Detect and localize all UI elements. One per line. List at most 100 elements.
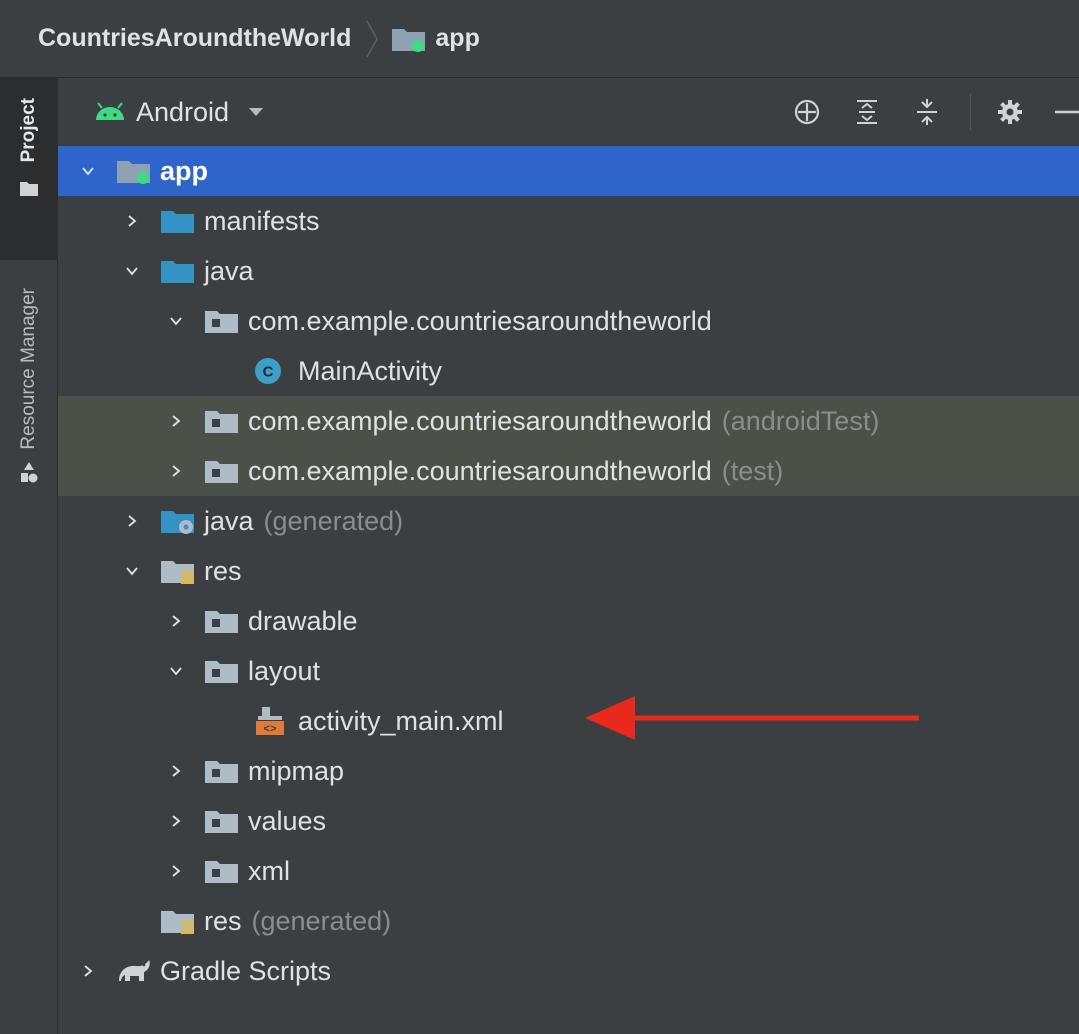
chevron-right-icon[interactable] bbox=[164, 409, 188, 433]
tree-item-label: com.example.countriesaroundtheworld bbox=[248, 455, 712, 486]
chevron-right-icon[interactable] bbox=[164, 459, 188, 483]
annotation-arrow bbox=[585, 696, 919, 740]
package-icon bbox=[204, 407, 240, 435]
chevron-right-icon[interactable] bbox=[164, 609, 188, 633]
tree-item-label: res bbox=[204, 905, 242, 936]
tree-item-activity-main-xml[interactable]: <> activity_main.xml bbox=[58, 696, 1079, 746]
chevron-right-icon[interactable] bbox=[76, 959, 100, 983]
tree-item-label: com.example.countriesaroundtheworld bbox=[248, 405, 712, 436]
chevron-right-icon[interactable] bbox=[164, 859, 188, 883]
tree-item-layout[interactable]: layout bbox=[58, 646, 1079, 696]
tree-item-label: values bbox=[248, 805, 327, 836]
tree-item-xml[interactable]: xml bbox=[58, 846, 1079, 896]
toolbar-separator bbox=[970, 94, 971, 130]
tree-item-package-android-test[interactable]: com.example.countriesaroundtheworld (and… bbox=[58, 396, 1079, 446]
tree-item-suffix: (test) bbox=[721, 455, 784, 486]
breadcrumb: CountriesAroundtheWorld app bbox=[0, 0, 1079, 78]
gear-icon bbox=[998, 100, 1022, 124]
package-icon bbox=[204, 457, 240, 485]
project-tree: app manifests java com.example.countries… bbox=[58, 146, 1079, 996]
tree-item-suffix: (generated) bbox=[263, 505, 404, 536]
chevron-right-icon[interactable] bbox=[120, 509, 144, 533]
chevron-down-icon[interactable] bbox=[120, 259, 144, 283]
project-tab-label: Project bbox=[18, 98, 39, 163]
settings-button[interactable] bbox=[993, 95, 1027, 129]
tree-item-res[interactable]: res bbox=[58, 546, 1079, 596]
breadcrumb-separator-icon bbox=[366, 20, 379, 57]
expand-all-icon bbox=[857, 100, 877, 124]
package-icon bbox=[204, 757, 240, 785]
package-icon bbox=[204, 307, 240, 335]
breadcrumb-module[interactable]: app bbox=[435, 24, 479, 53]
tree-item-label: res bbox=[204, 555, 242, 586]
generated-folder-icon bbox=[160, 507, 196, 535]
source-folder-icon bbox=[160, 257, 196, 285]
tree-item-label: drawable bbox=[248, 605, 358, 636]
tree-item-label: com.example.countriesaroundtheworld bbox=[248, 305, 712, 336]
chevron-right-icon[interactable] bbox=[164, 759, 188, 783]
resource-folder-icon bbox=[160, 557, 196, 585]
chevron-down-icon bbox=[249, 108, 264, 116]
breadcrumb-project[interactable]: CountriesAroundtheWorld bbox=[38, 24, 351, 53]
gradle-icon bbox=[116, 957, 152, 985]
chevron-right-icon[interactable] bbox=[164, 809, 188, 833]
resource-folder-icon bbox=[160, 907, 196, 935]
tree-item-java[interactable]: java bbox=[58, 246, 1079, 296]
tree-item-suffix: (androidTest) bbox=[721, 405, 880, 436]
package-icon bbox=[204, 807, 240, 835]
tree-item-label: MainActivity bbox=[298, 355, 443, 386]
package-icon bbox=[204, 607, 240, 635]
tree-item-main-activity[interactable]: C MainActivity bbox=[58, 346, 1079, 396]
tree-item-java-generated[interactable]: java (generated) bbox=[58, 496, 1079, 546]
tree-item-res-generated[interactable]: res (generated) bbox=[58, 896, 1079, 946]
tree-item-package[interactable]: com.example.countriesaroundtheworld bbox=[58, 296, 1079, 346]
folder-icon bbox=[160, 207, 196, 235]
minimize-icon bbox=[1055, 110, 1079, 114]
class-icon: C bbox=[254, 357, 284, 385]
tree-item-manifests[interactable]: manifests bbox=[58, 196, 1079, 246]
folder-icon bbox=[20, 182, 38, 197]
layout-xml-icon: <> bbox=[254, 707, 288, 736]
module-folder-icon bbox=[116, 157, 152, 185]
tree-item-label: activity_main.xml bbox=[298, 705, 504, 736]
package-icon bbox=[204, 657, 240, 685]
collapse-all-icon bbox=[917, 99, 937, 125]
minimize-button[interactable] bbox=[1053, 95, 1079, 129]
view-mode-label: Android bbox=[136, 96, 230, 127]
chevron-down-icon[interactable] bbox=[120, 559, 144, 583]
tree-item-mipmap[interactable]: mipmap bbox=[58, 746, 1079, 796]
project-tool-tab[interactable]: Project bbox=[0, 78, 58, 260]
tree-item-label: layout bbox=[248, 655, 321, 686]
resource-manager-tab-label: Resource Manager bbox=[18, 288, 39, 450]
package-icon bbox=[204, 857, 240, 885]
tree-item-label: manifests bbox=[204, 205, 320, 236]
tree-item-drawable[interactable]: drawable bbox=[58, 596, 1079, 646]
view-mode-dropdown[interactable]: Android bbox=[94, 97, 265, 128]
resource-manager-icon bbox=[21, 461, 38, 483]
tree-item-label: app bbox=[160, 155, 209, 186]
tree-item-label: xml bbox=[248, 855, 290, 886]
tree-item-gradle-scripts[interactable]: Gradle Scripts bbox=[58, 946, 1079, 996]
locate-button[interactable] bbox=[790, 95, 824, 129]
tree-item-package-test[interactable]: com.example.countriesaroundtheworld (tes… bbox=[58, 446, 1079, 496]
chevron-down-icon[interactable] bbox=[164, 659, 188, 683]
locate-icon bbox=[794, 99, 820, 125]
svg-text:<>: <> bbox=[263, 724, 277, 736]
expand-all-button[interactable] bbox=[850, 95, 884, 129]
collapse-all-button[interactable] bbox=[910, 95, 944, 129]
project-view-toolbar: Android bbox=[58, 78, 1079, 146]
chevron-down-icon[interactable] bbox=[76, 159, 100, 183]
android-icon bbox=[96, 102, 124, 120]
tree-item-label: Gradle Scripts bbox=[160, 955, 332, 986]
toolbar-actions bbox=[790, 78, 1079, 146]
resource-manager-tool-tab[interactable]: Resource Manager bbox=[0, 288, 58, 588]
chevron-right-icon[interactable] bbox=[120, 209, 144, 233]
module-folder-icon bbox=[391, 25, 427, 53]
tree-item-suffix: (generated) bbox=[251, 905, 392, 936]
chevron-down-icon[interactable] bbox=[164, 309, 188, 333]
svg-text:C: C bbox=[263, 364, 274, 381]
tree-item-app[interactable]: app bbox=[58, 146, 1079, 196]
tree-item-values[interactable]: values bbox=[58, 796, 1079, 846]
tree-item-label: mipmap bbox=[248, 755, 345, 786]
tool-window-strip: Project Resource Manager bbox=[0, 78, 58, 1034]
